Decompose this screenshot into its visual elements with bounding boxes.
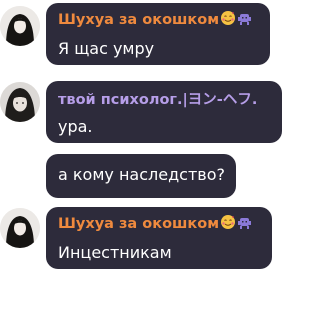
message-bubble[interactable]: Шухуа за окошком Инцестникам: [46, 207, 272, 269]
author-name[interactable]: Шухуа за окошком: [58, 214, 252, 234]
alien-monster-icon: [237, 12, 252, 30]
message-text: ура.: [58, 117, 93, 136]
avatar[interactable]: [0, 82, 40, 122]
message-text: Я щас умру: [58, 39, 155, 58]
message-bubble[interactable]: Шухуа за окошком Я щас умру: [46, 3, 270, 65]
message-bubble[interactable]: твой психолог.|ヨン-ヘフ. ура.: [46, 81, 282, 143]
author-name[interactable]: Шухуа за окошком: [58, 10, 252, 30]
avatar[interactable]: [0, 6, 40, 46]
message-text: а кому наследство?: [58, 165, 225, 184]
avatar[interactable]: [0, 208, 40, 248]
smiling-face-with-hearts-icon: [220, 214, 236, 234]
alien-monster-icon: [237, 216, 252, 234]
author-name[interactable]: твой психолог.|ヨン-ヘフ.: [58, 88, 257, 109]
message-bubble[interactable]: а кому наследство?: [46, 154, 236, 198]
message-text: Инцестникам: [58, 243, 172, 262]
smiling-face-with-hearts-icon: [220, 10, 236, 30]
